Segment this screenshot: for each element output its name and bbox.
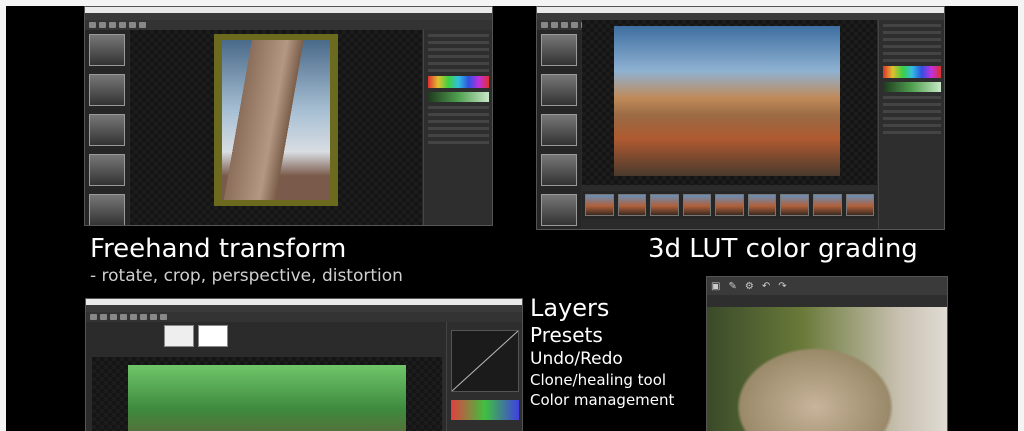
curves-panel bbox=[446, 322, 522, 431]
freehand-title: Freehand transform bbox=[90, 234, 347, 264]
undo-icon: ↶ bbox=[761, 280, 771, 292]
adjustments-panel bbox=[878, 20, 944, 229]
histogram bbox=[451, 400, 519, 420]
menu-bar bbox=[86, 305, 522, 312]
menu-bar bbox=[537, 13, 944, 20]
color-spectrum bbox=[428, 76, 489, 88]
gear-icon: ⚙ bbox=[744, 280, 754, 292]
toolbar bbox=[86, 312, 522, 322]
layer-thumbnails bbox=[537, 30, 581, 229]
layer-thumbnails bbox=[85, 30, 129, 225]
curve-graph bbox=[451, 330, 519, 392]
screenshot-color-grading bbox=[85, 298, 523, 431]
toolbar bbox=[85, 20, 492, 30]
menu-bar bbox=[85, 13, 492, 20]
photo-tower bbox=[222, 40, 330, 200]
brush-icon: ✎ bbox=[728, 280, 737, 292]
toolbar: ▣ ✎ ⚙ ↶ ↷ bbox=[707, 277, 947, 295]
lut-presets-strip bbox=[582, 191, 877, 219]
feature-clone-healing: Clone/healing tool bbox=[530, 371, 667, 389]
feature-color-management: Color management bbox=[530, 391, 675, 409]
image-canvas bbox=[92, 357, 442, 431]
promo-collage: Freehand transform - rotate, crop, persp… bbox=[6, 6, 1018, 431]
image-canvas bbox=[130, 30, 422, 225]
options-bar bbox=[707, 295, 947, 307]
lut-title: 3d LUT color grading bbox=[648, 234, 918, 264]
screenshot-lut-grading bbox=[536, 6, 945, 230]
feature-layers: Layers bbox=[530, 294, 610, 322]
feature-presets: Presets bbox=[530, 323, 603, 347]
redo-icon: ↷ bbox=[778, 280, 787, 292]
feature-undo-redo: Undo/Redo bbox=[530, 349, 623, 369]
photo-green bbox=[128, 365, 406, 431]
brush-preview bbox=[164, 325, 194, 347]
adjustments-panel bbox=[423, 30, 492, 225]
photo-arch bbox=[707, 307, 947, 431]
image-canvas bbox=[582, 20, 877, 185]
screenshot-freehand-transform bbox=[84, 6, 493, 226]
photo-bridge bbox=[614, 26, 840, 176]
screenshot-clone-tool: ▣ ✎ ⚙ ↶ ↷ bbox=[706, 276, 948, 431]
feature-list: Layers Presets Undo/Redo Clone/healing t… bbox=[530, 294, 674, 410]
mask-preview bbox=[198, 325, 228, 347]
color-spectrum bbox=[883, 66, 941, 78]
crop-icon: ▣ bbox=[711, 280, 721, 292]
freehand-subtitle: - rotate, crop, perspective, distortion bbox=[90, 266, 403, 286]
